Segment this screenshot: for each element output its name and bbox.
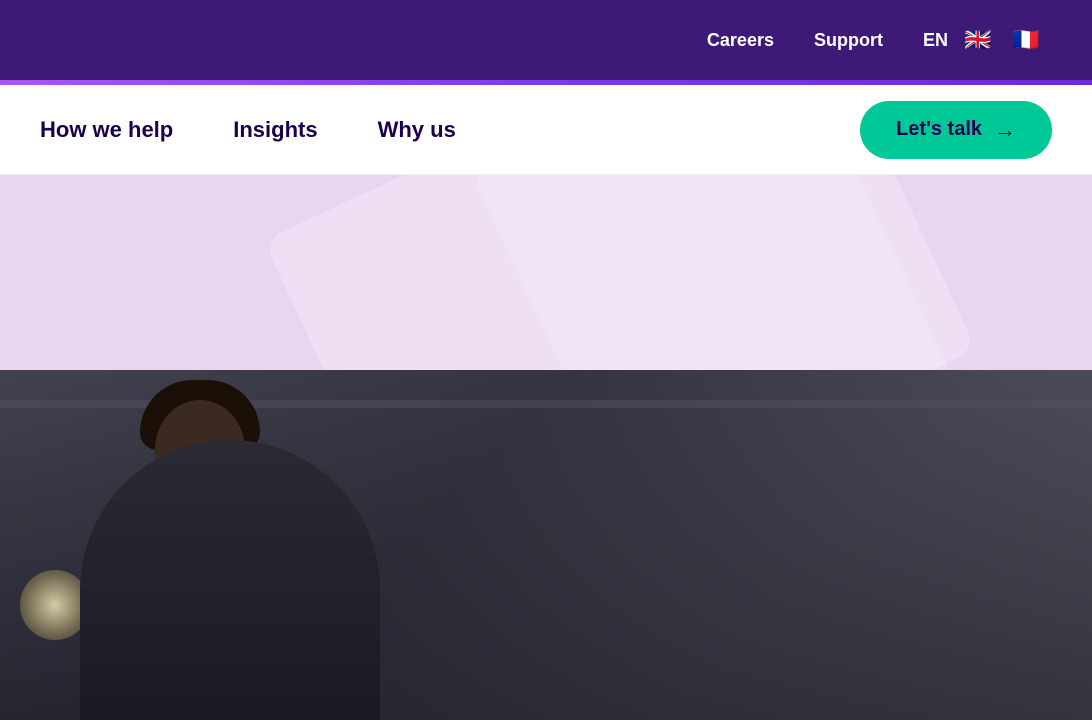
top-bar: Careers Support EN 🇬🇧 🇫🇷 [0, 0, 1092, 80]
lang-label[interactable]: EN [923, 30, 948, 51]
cta-arrow-icon: → [994, 117, 1016, 143]
hero-section [0, 175, 1092, 370]
language-section: EN 🇬🇧 🇫🇷 [923, 22, 1044, 58]
flag-fr-icon[interactable]: 🇫🇷 [1008, 22, 1044, 58]
flag-uk-icon[interactable]: 🇬🇧 [960, 22, 996, 58]
nav-insights[interactable]: Insights [233, 117, 317, 143]
careers-link[interactable]: Careers [707, 30, 774, 51]
cta-label: Let's talk [896, 118, 982, 141]
main-nav: How we help Insights Why us Let's talk → [0, 85, 1092, 175]
nav-why-us[interactable]: Why us [378, 117, 456, 143]
lets-talk-button[interactable]: Let's talk → [860, 101, 1052, 159]
person-body [80, 440, 380, 720]
photo-section [0, 370, 1092, 720]
nav-how-we-help[interactable]: How we help [40, 117, 173, 143]
support-link[interactable]: Support [814, 30, 883, 51]
